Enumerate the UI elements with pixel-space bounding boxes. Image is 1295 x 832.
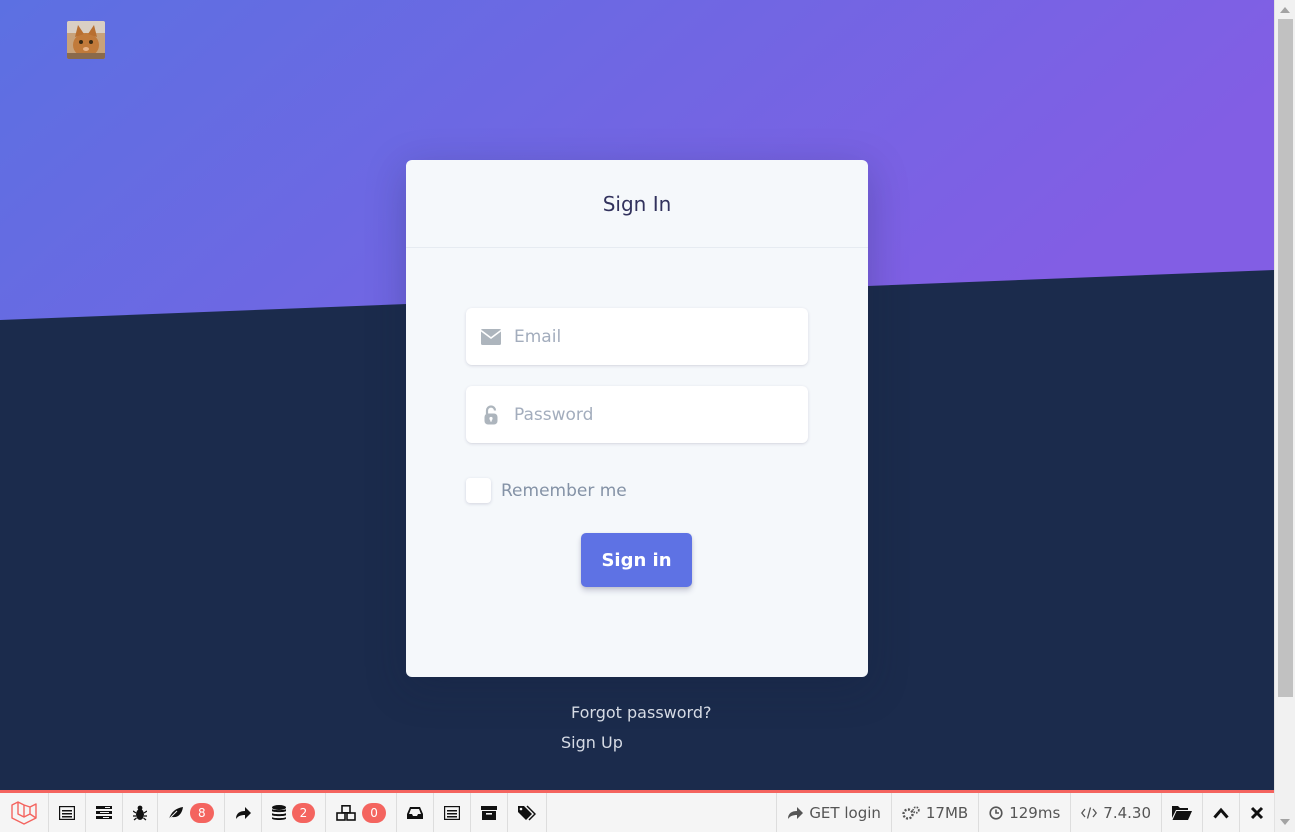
route-info[interactable]: GET login: [776, 793, 891, 832]
route-tab[interactable]: [225, 793, 262, 832]
cat-logo-image[interactable]: [67, 21, 105, 59]
tags-icon: [517, 804, 536, 821]
timeline-tab[interactable]: [86, 793, 123, 832]
cogs-icon: [902, 805, 920, 820]
forgot-password-link[interactable]: Forgot password?: [571, 703, 711, 722]
debug-bar-right: GET login 17MB 129ms 7.4.30: [776, 793, 1274, 832]
models-tab[interactable]: 0: [326, 793, 397, 832]
messages-tab[interactable]: [49, 793, 86, 832]
password-input[interactable]: [514, 404, 794, 425]
debug-bar: 8 2 0 GET login 17MB 129ms 7.4.30: [0, 790, 1274, 832]
unlock-icon: [466, 404, 514, 425]
remember-me-checkbox[interactable]: [466, 478, 491, 503]
clock-icon: [989, 805, 1003, 820]
scroll-down-arrow-icon[interactable]: [1280, 819, 1290, 825]
remember-me-label[interactable]: Remember me: [501, 481, 627, 501]
archive-icon: [480, 805, 497, 820]
scroll-up-arrow-icon[interactable]: [1280, 7, 1290, 13]
laravel-icon: [11, 800, 37, 825]
views-tab[interactable]: [434, 793, 471, 832]
queries-tab[interactable]: 2: [262, 793, 327, 832]
php-version-text: 7.4.30: [1103, 803, 1151, 822]
close-debugbar-button[interactable]: [1239, 793, 1274, 832]
folder-open-icon: [1172, 806, 1192, 820]
list-icon: [59, 805, 75, 820]
cubes-icon: [336, 804, 357, 821]
session-tab[interactable]: [471, 793, 508, 832]
list-alt-icon: [443, 805, 460, 820]
envelope-icon: [466, 328, 514, 345]
bug-icon: [133, 805, 147, 821]
time-info[interactable]: 129ms: [978, 793, 1070, 832]
vertical-scrollbar[interactable]: [1274, 0, 1295, 832]
mails-tab[interactable]: [397, 793, 434, 832]
open-files-button[interactable]: [1161, 793, 1202, 832]
route-text: GET login: [809, 803, 881, 822]
share-icon: [235, 806, 251, 819]
php-version-info[interactable]: 7.4.30: [1070, 793, 1161, 832]
memory-info[interactable]: 17MB: [890, 793, 978, 832]
laravel-logo-button[interactable]: [0, 793, 49, 832]
time-text: 129ms: [1009, 803, 1061, 822]
code-icon: [1081, 806, 1098, 819]
chevron-up-icon: [1213, 807, 1229, 818]
scrollbar-thumb[interactable]: [1278, 19, 1293, 697]
queries-count-badge: 2: [291, 802, 316, 823]
events-count-badge: 8: [190, 802, 214, 823]
email-field[interactable]: [466, 308, 808, 365]
sign-up-link[interactable]: Sign Up: [561, 733, 623, 752]
database-icon: [271, 804, 286, 820]
card-header: Sign In: [406, 160, 868, 248]
events-tab[interactable]: 8: [158, 793, 225, 832]
request-tab[interactable]: [508, 793, 547, 832]
close-icon: [1250, 806, 1264, 819]
sign-in-card: Sign In Re: [406, 160, 868, 677]
exceptions-tab[interactable]: [123, 793, 158, 832]
maximize-button[interactable]: [1202, 793, 1239, 832]
leaf-icon: [168, 806, 183, 819]
share-icon: [788, 806, 804, 819]
remember-me[interactable]: Remember me: [466, 478, 627, 503]
card-title: Sign In: [602, 191, 672, 216]
sign-in-button[interactable]: Sign in: [581, 533, 692, 587]
memory-text: 17MB: [925, 803, 969, 822]
page-viewport: Sign In Re: [0, 0, 1274, 790]
password-field[interactable]: [466, 386, 808, 443]
inbox-icon: [406, 806, 423, 819]
tasks-icon: [96, 805, 112, 819]
email-input[interactable]: [514, 326, 794, 347]
models-count-badge: 0: [362, 802, 386, 823]
